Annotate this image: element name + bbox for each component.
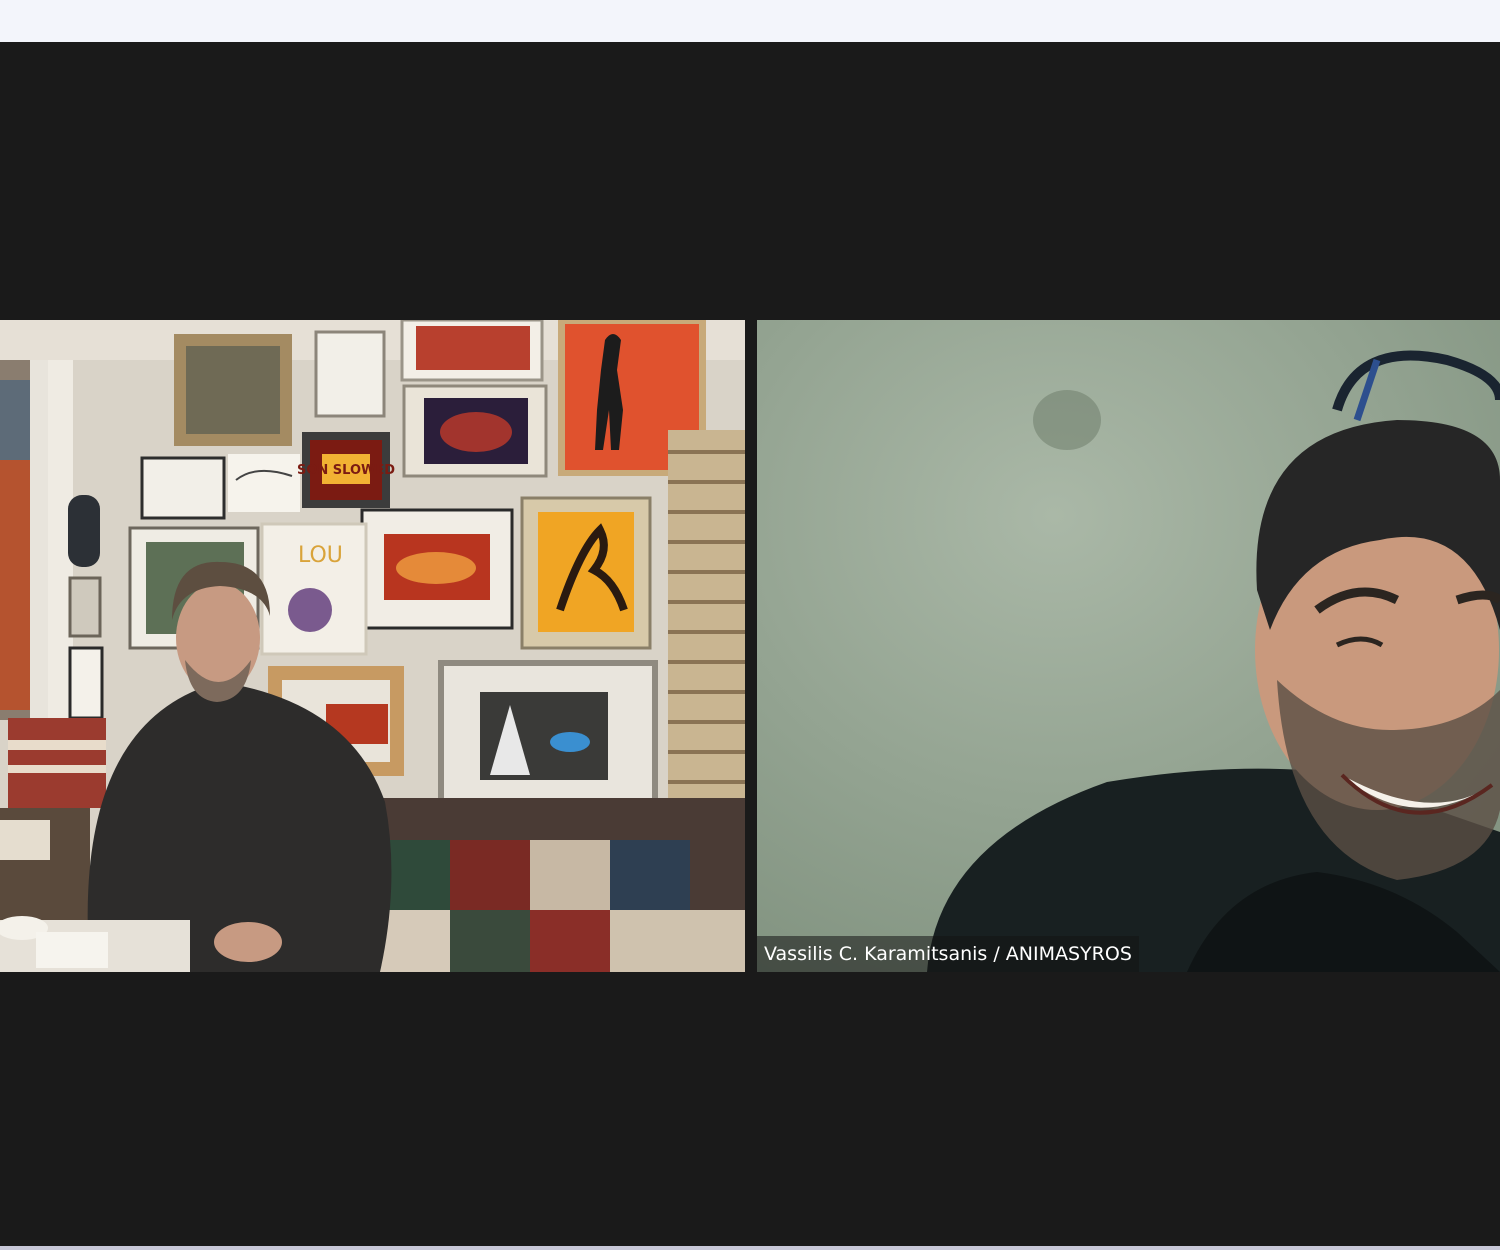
participant-video-tile-2[interactable] xyxy=(757,320,1500,972)
drawing-lettering: LOU xyxy=(298,543,343,568)
participant-video-tile-1[interactable]: SON SLOWED LOU xyxy=(0,320,745,972)
participant-video-2 xyxy=(757,320,1500,972)
bottom-edge xyxy=(0,1246,1500,1250)
participant-video-1: SON SLOWED LOU xyxy=(0,320,745,972)
participant-name-label: Vassilis C. Karamitsanis / ANIMASYROS xyxy=(757,936,1139,972)
top-bar xyxy=(0,0,1500,42)
sign-lettering: SON SLOWED xyxy=(297,463,395,478)
